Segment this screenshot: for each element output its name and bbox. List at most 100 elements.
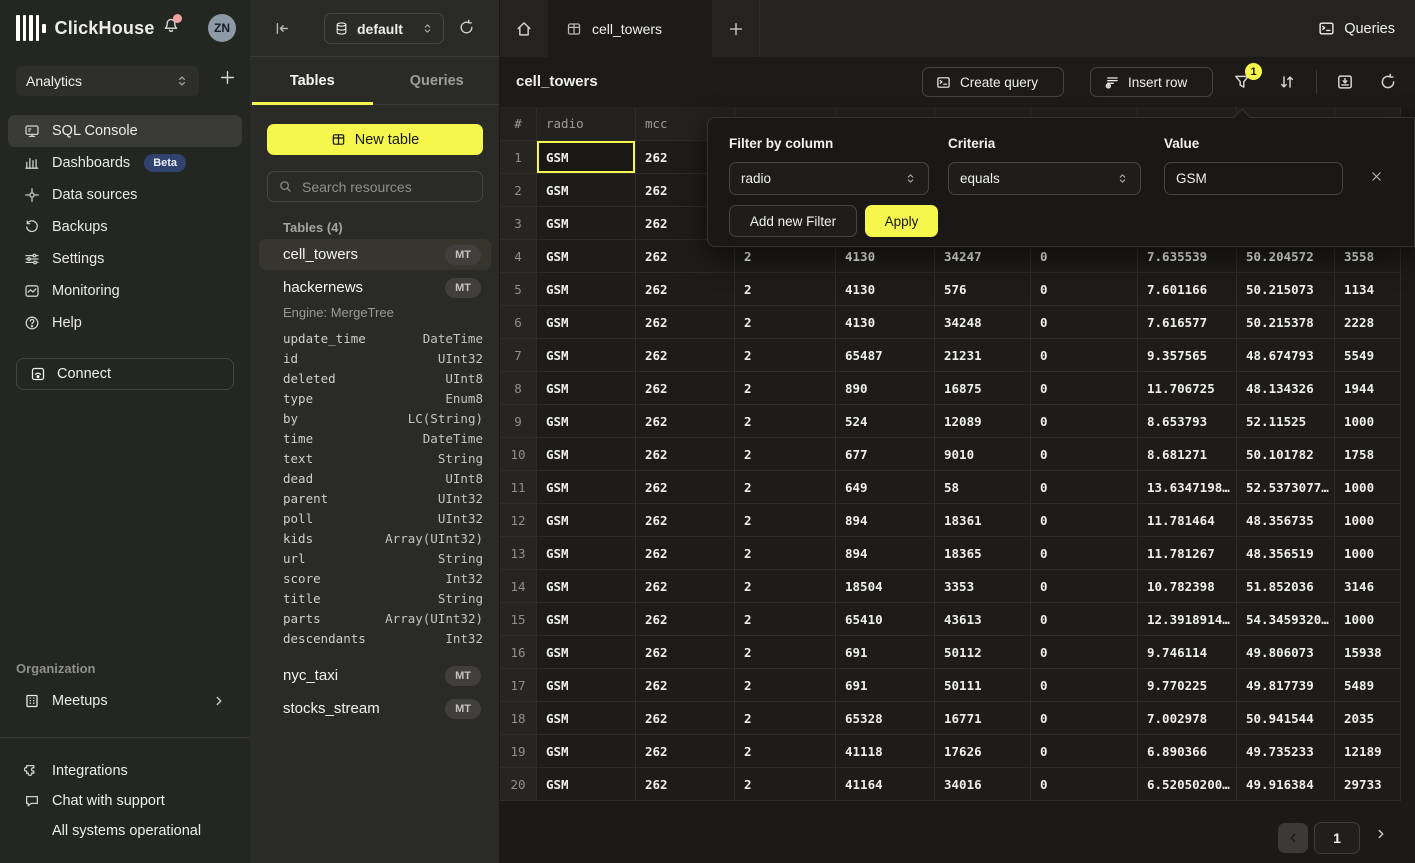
- table-item-hackernews[interactable]: hackernews MT: [259, 272, 491, 303]
- table-cell[interactable]: 18365: [935, 537, 1031, 570]
- table-cell[interactable]: 9.357565: [1138, 339, 1237, 372]
- table-cell[interactable]: GSM: [537, 669, 636, 702]
- table-cell[interactable]: GSM: [537, 537, 636, 570]
- table-cell[interactable]: 34016: [935, 768, 1031, 801]
- table-cell[interactable]: 9.746114: [1138, 636, 1237, 669]
- table-cell[interactable]: 576: [935, 273, 1031, 306]
- table-cell[interactable]: 11.781267: [1138, 537, 1237, 570]
- table-cell[interactable]: 0: [1031, 471, 1138, 504]
- table-cell[interactable]: 51.852036: [1237, 570, 1335, 603]
- table-cell[interactable]: 2: [735, 273, 836, 306]
- table-cell[interactable]: 1134: [1335, 273, 1401, 306]
- create-query-button[interactable]: Create query: [922, 67, 1064, 97]
- table-cell[interactable]: 50.941544: [1237, 702, 1335, 735]
- table-cell[interactable]: 894: [836, 537, 935, 570]
- table-cell[interactable]: 2: [735, 405, 836, 438]
- table-cell[interactable]: 50.101782: [1237, 438, 1335, 471]
- table-cell[interactable]: 5549: [1335, 339, 1401, 372]
- table-cell[interactable]: 2228: [1335, 306, 1401, 339]
- table-cell[interactable]: GSM: [537, 768, 636, 801]
- table-cell[interactable]: 50111: [935, 669, 1031, 702]
- table-cell[interactable]: 2: [735, 735, 836, 768]
- table-cell[interactable]: 0: [1031, 768, 1138, 801]
- table-cell[interactable]: GSM: [537, 702, 636, 735]
- table-cell[interactable]: 4130: [836, 306, 935, 339]
- table-cell[interactable]: 2035: [1335, 702, 1401, 735]
- table-cell[interactable]: 0: [1031, 636, 1138, 669]
- table-cell[interactable]: 41164: [836, 768, 935, 801]
- notifications-bell-icon[interactable]: [162, 17, 180, 35]
- table-cell[interactable]: 34248: [935, 306, 1031, 339]
- table-cell[interactable]: 7.616577: [1138, 306, 1237, 339]
- collapse-panel-icon[interactable]: [274, 20, 291, 37]
- table-cell[interactable]: 894: [836, 504, 935, 537]
- table-cell[interactable]: 65328: [836, 702, 935, 735]
- table-cell[interactable]: 11.706725: [1138, 372, 1237, 405]
- refresh-icon[interactable]: [1379, 73, 1397, 91]
- table-cell[interactable]: GSM: [537, 339, 636, 372]
- table-cell[interactable]: 2: [735, 306, 836, 339]
- table-cell[interactable]: 54.3459320…: [1237, 603, 1335, 636]
- table-cell[interactable]: 0: [1031, 405, 1138, 438]
- table-cell[interactable]: 262: [636, 471, 735, 504]
- table-cell[interactable]: 2: [735, 537, 836, 570]
- table-cell[interactable]: GSM: [537, 570, 636, 603]
- table-cell[interactable]: GSM: [537, 372, 636, 405]
- pagination-next-button[interactable]: [1374, 827, 1388, 841]
- table-cell[interactable]: 21231: [935, 339, 1031, 372]
- table-cell[interactable]: 41118: [836, 735, 935, 768]
- table-cell[interactable]: GSM: [537, 306, 636, 339]
- tab-cell-towers[interactable]: cell_towers: [548, 0, 712, 57]
- table-cell[interactable]: 1000: [1335, 405, 1401, 438]
- table-cell[interactable]: 2: [735, 504, 836, 537]
- table-cell[interactable]: 49.817739: [1237, 669, 1335, 702]
- pagination-current-page[interactable]: 1: [1314, 822, 1360, 854]
- table-cell[interactable]: 50.215378: [1237, 306, 1335, 339]
- table-cell[interactable]: 3146: [1335, 570, 1401, 603]
- table-cell[interactable]: GSM: [537, 240, 636, 273]
- table-cell[interactable]: GSM: [537, 471, 636, 504]
- table-item-nyc-taxi[interactable]: nyc_taxi MT: [259, 660, 491, 691]
- connect-button[interactable]: Connect: [16, 358, 234, 390]
- table-cell[interactable]: 262: [636, 438, 735, 471]
- workspace-select[interactable]: Analytics: [16, 66, 199, 96]
- database-select[interactable]: default: [324, 13, 444, 44]
- table-cell[interactable]: 6.890366: [1138, 735, 1237, 768]
- table-cell[interactable]: 65487: [836, 339, 935, 372]
- table-cell[interactable]: 13.6347198…: [1138, 471, 1237, 504]
- table-cell[interactable]: 0: [1031, 339, 1138, 372]
- table-cell[interactable]: 2: [735, 372, 836, 405]
- table-cell[interactable]: 262: [636, 306, 735, 339]
- table-cell[interactable]: 262: [636, 702, 735, 735]
- refresh-tables-icon[interactable]: [458, 19, 475, 36]
- filter-value-input[interactable]: GSM: [1164, 162, 1343, 195]
- table-cell[interactable]: 48.674793: [1237, 339, 1335, 372]
- table-cell[interactable]: 262: [636, 570, 735, 603]
- table-cell[interactable]: 677: [836, 438, 935, 471]
- table-cell[interactable]: 0: [1031, 603, 1138, 636]
- table-cell[interactable]: 0: [1031, 735, 1138, 768]
- sidebar-nav-item[interactable]: Dashboards Beta: [8, 147, 242, 179]
- table-cell[interactable]: 5489: [1335, 669, 1401, 702]
- table-cell[interactable]: 48.134326: [1237, 372, 1335, 405]
- table-item-stocks-stream[interactable]: stocks_stream MT: [259, 693, 491, 724]
- table-cell[interactable]: 649: [836, 471, 935, 504]
- table-cell[interactable]: 58: [935, 471, 1031, 504]
- sidebar-item-meetups[interactable]: Meetups: [8, 685, 242, 717]
- table-cell[interactable]: 262: [636, 735, 735, 768]
- table-cell[interactable]: 50112: [935, 636, 1031, 669]
- add-workspace-button[interactable]: [219, 69, 236, 86]
- download-icon[interactable]: [1336, 73, 1354, 91]
- table-cell[interactable]: 18504: [836, 570, 935, 603]
- table-cell[interactable]: 12089: [935, 405, 1031, 438]
- table-cell[interactable]: 262: [636, 636, 735, 669]
- table-item-cell-towers[interactable]: cell_towers MT: [259, 239, 491, 270]
- new-table-button[interactable]: New table: [267, 124, 483, 155]
- apply-filter-button[interactable]: Apply: [865, 205, 938, 237]
- table-cell[interactable]: 2: [735, 669, 836, 702]
- table-cell[interactable]: 6.52050200…: [1138, 768, 1237, 801]
- add-new-filter-button[interactable]: Add new Filter: [729, 205, 857, 237]
- home-button[interactable]: [500, 0, 548, 57]
- table-cell[interactable]: 43613: [935, 603, 1031, 636]
- table-cell[interactable]: 2: [735, 768, 836, 801]
